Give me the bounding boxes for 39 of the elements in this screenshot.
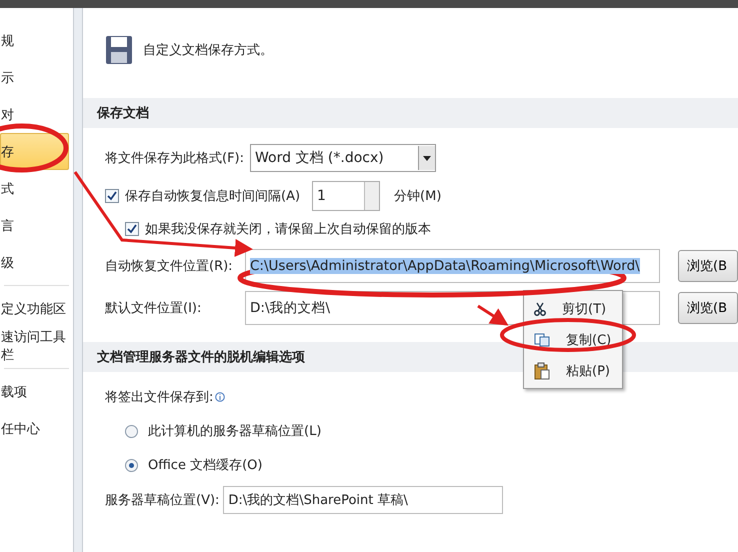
browse-button[interactable]: 浏览(B: [678, 250, 738, 282]
sidebar-item[interactable]: 规: [0, 22, 69, 59]
server-drafts-label: 服务器草稿位置(V):: [105, 492, 220, 509]
sidebar-item[interactable]: 载项: [0, 373, 69, 410]
dropdown-arrow-icon: [423, 156, 432, 160]
sidebar-item[interactable]: 式: [0, 170, 69, 207]
server-drafts-field[interactable]: D:\我的文档\SharePoint 草稿\: [223, 486, 504, 514]
default-location-label: 默认文件位置(I):: [105, 300, 202, 317]
copy-icon: [534, 332, 550, 346]
autorecover-path-field[interactable]: C:\Users\Administrator\AppData\Roaming\Microsoft\Word\: [245, 249, 660, 283]
autorecover-label: 自动恢复文件位置(R):: [105, 258, 234, 275]
radio-label: Office 文档缓存(O): [148, 457, 262, 474]
sidebar-item[interactable]: 速访问工具栏: [0, 327, 69, 364]
radio-button[interactable]: [125, 458, 138, 472]
clipboard-icon: [534, 362, 550, 380]
format-dropdown[interactable]: Word 文档 (*.docx): [250, 144, 436, 172]
sidebar-item[interactable]: 级: [0, 244, 69, 281]
checkout-label: 将签出文件保存到:: [105, 389, 214, 406]
section-title: 保存文档: [83, 98, 738, 128]
sidebar-item[interactable]: 示: [0, 59, 69, 96]
sidebar-item[interactable]: 对: [0, 96, 69, 133]
checkbox[interactable]: [125, 222, 139, 236]
sidebar-item[interactable]: 任中心: [0, 410, 69, 447]
keep-version-label: 如果我没保存就关闭，请保留上次自动保留的版本: [145, 221, 431, 238]
radio-label: 此计算机的服务器草稿位置(L): [148, 423, 322, 440]
scissors-icon: [534, 302, 546, 316]
sidebar-item[interactable]: 言: [0, 207, 69, 244]
minutes-unit: 分钟(M): [394, 188, 442, 205]
browse-button[interactable]: 浏览(B: [678, 292, 738, 324]
info-icon: [215, 392, 226, 402]
checkbox[interactable]: [105, 189, 119, 203]
sidebar-item[interactable]: 定义功能区: [0, 290, 69, 327]
menu-item[interactable]: 剪切(T): [526, 293, 620, 324]
format-label: 将文件保存为此格式(F):: [105, 150, 244, 167]
minutes-spinbox[interactable]: 1: [312, 181, 380, 211]
autosave-label: 保存自动恢复信息时间间隔(A): [125, 188, 300, 205]
header-text: 自定义文档保存方式。: [143, 42, 273, 59]
radio-button[interactable]: [125, 424, 138, 438]
annotation-arrow: [477, 304, 509, 326]
